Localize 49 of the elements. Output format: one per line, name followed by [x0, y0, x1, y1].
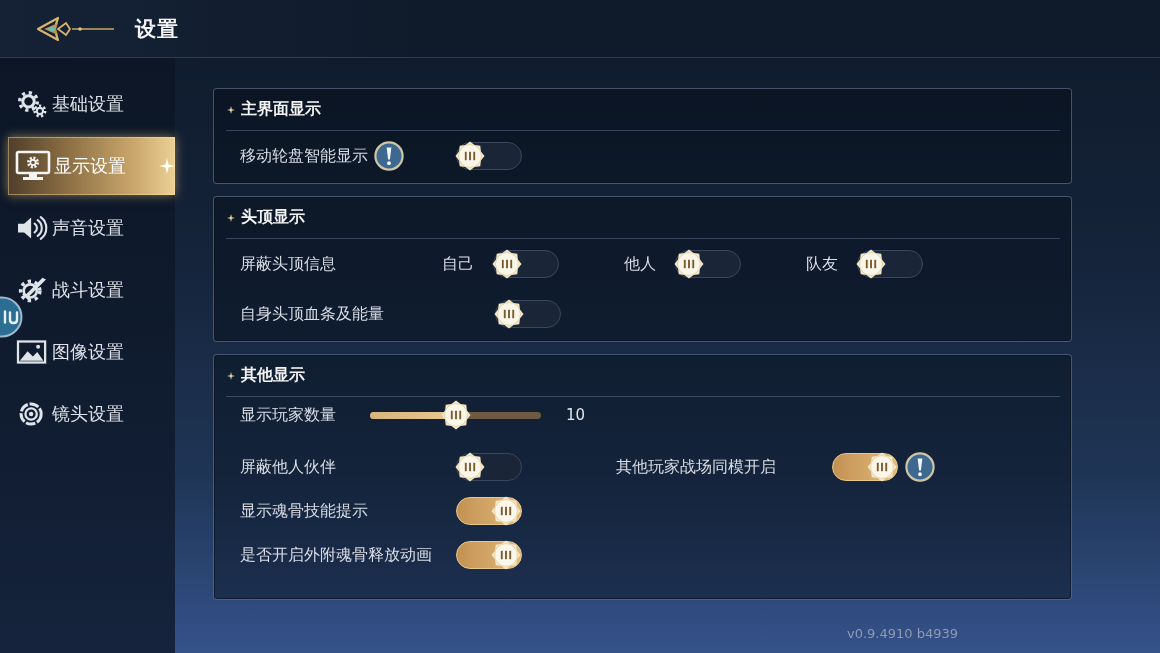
page-title: 设置 — [135, 15, 179, 43]
toggle-switch[interactable] — [675, 250, 741, 278]
switch-knob-icon — [856, 249, 886, 279]
switch-knob-icon — [674, 249, 704, 279]
setting-label: 其他玩家战场同模开启 — [616, 456, 776, 478]
option-label: 自己 — [442, 253, 474, 275]
option-label: 他人 — [624, 253, 656, 275]
speaker-icon — [15, 214, 49, 242]
sidebar-item[interactable]: 图像设置 — [8, 338, 175, 366]
toggle-switch[interactable] — [456, 453, 522, 481]
sidebar-item[interactable]: 显示设置 — [8, 137, 175, 195]
monitor-gear-icon — [15, 150, 51, 182]
star-icon — [227, 105, 235, 114]
option-label: 队友 — [806, 253, 838, 275]
switch-knob-icon — [494, 299, 524, 329]
toggle-switch[interactable] — [857, 250, 923, 278]
sparkle-icon — [159, 158, 175, 174]
switch-knob-icon — [491, 540, 521, 570]
picture-icon — [15, 338, 49, 366]
setting-label: 是否开启外附魂骨释放动画 — [240, 544, 432, 566]
setting-label: 移动轮盘智能显示 — [240, 145, 368, 167]
setting-label: 显示玩家数量 — [240, 404, 336, 426]
switch-knob-icon — [492, 249, 522, 279]
exclamation-icon[interactable] — [374, 141, 404, 171]
section-title: 主界面显示 — [241, 99, 321, 120]
setting-label: 屏蔽头顶信息 — [240, 253, 336, 275]
gears-icon — [15, 90, 49, 118]
switch-knob-icon — [455, 452, 485, 482]
section-title: 其他显示 — [241, 365, 305, 386]
sidebar-item[interactable]: 基础设置 — [8, 90, 175, 118]
setting-label: 显示魂骨技能提示 — [240, 500, 368, 522]
sidebar-item[interactable]: 战斗设置 — [8, 276, 175, 304]
sidebar-item[interactable]: 声音设置 — [8, 214, 175, 242]
toggle-switch[interactable] — [493, 250, 559, 278]
sidebar-item[interactable]: 镜头设置 — [8, 400, 175, 428]
switch-knob-icon — [491, 496, 521, 526]
switch-knob-icon — [455, 141, 485, 171]
toggle-switch[interactable] — [495, 300, 561, 328]
setting-label: 屏蔽他人伙伴 — [240, 456, 336, 478]
toggle-switch[interactable] — [456, 142, 522, 170]
setting-label: 自身头顶血条及能量 — [240, 303, 384, 325]
star-icon — [227, 213, 235, 222]
slider-value: 10 — [566, 406, 586, 424]
exclamation-icon[interactable] — [905, 452, 935, 482]
section-title: 头顶显示 — [241, 207, 305, 228]
switch-knob-icon — [867, 452, 897, 482]
version-text: v0.9.4910 b4939 — [846, 625, 958, 643]
slider-thumb[interactable] — [440, 400, 471, 430]
star-icon — [227, 371, 235, 380]
